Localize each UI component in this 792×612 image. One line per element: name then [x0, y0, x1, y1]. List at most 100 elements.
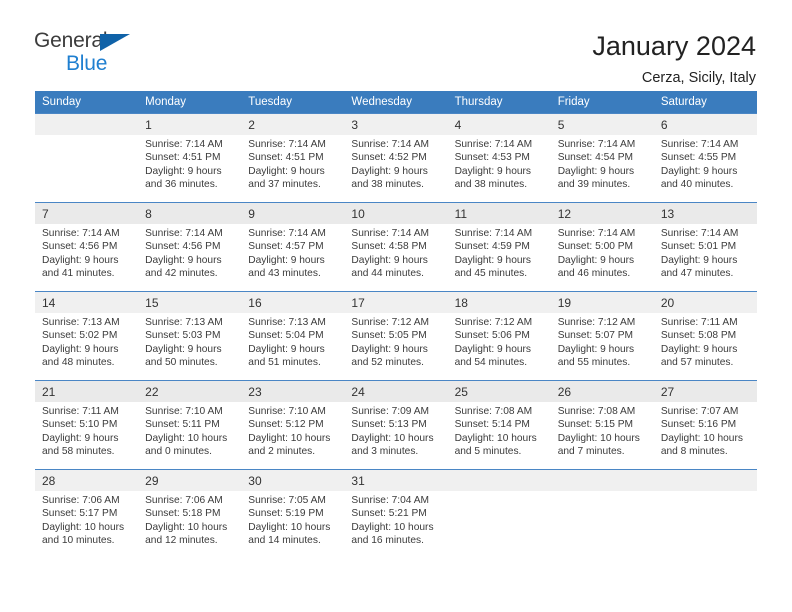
sunset-text: Sunset: 5:17 PM	[42, 508, 118, 520]
daylight-text-line1: Daylight: 10 hours	[557, 432, 640, 444]
calendar-day-cell[interactable]: 31 Sunrise: 7:04 AM Sunset: 5:21 PM Dayligh…	[344, 469, 448, 558]
calendar-day-cell[interactable]: 3 Sunrise: 7:14 AM Sunset: 4:52 PM Daylight…	[344, 113, 448, 202]
calendar-day-cell[interactable]: 20 Sunrise: 7:11 AM Sunset: 5:08 PM Dayligh…	[653, 291, 757, 380]
daylight-text-line2: and 58 minutes.	[42, 446, 115, 458]
day-cell-inner: 18 Sunrise: 7:12 AM Sunset: 5:06 PM Dayligh…	[447, 291, 551, 380]
generalblue-logo[interactable]: General Blue	[34, 30, 146, 76]
sunrise-text: Sunrise: 7:06 AM	[42, 495, 120, 506]
calendar-day-cell[interactable]: 21 Sunrise: 7:11 AM Sunset: 5:10 PM Dayligh…	[35, 380, 139, 469]
calendar-day-cell[interactable]: 30 Sunrise: 7:05 AM Sunset: 5:19 PM Dayligh…	[241, 469, 345, 558]
daylight-text-line1: Daylight: 10 hours	[660, 432, 743, 444]
calendar-day-cell[interactable]: 19 Sunrise: 7:12 AM Sunset: 5:07 PM Dayligh…	[550, 291, 654, 380]
sunset-text: Sunset: 4:56 PM	[42, 241, 118, 253]
calendar-day-cell[interactable]: 6 Sunrise: 7:14 AM Sunset: 4:55 PM Daylight…	[653, 113, 757, 202]
daylight-text-line2: and 39 minutes.	[557, 179, 631, 191]
sunrise-text: Sunrise: 7:14 AM	[454, 228, 533, 239]
day-cell-inner: 30 Sunrise: 7:05 AM Sunset: 5:19 PM Dayligh…	[241, 469, 345, 558]
daylight-text-line2: and 0 minutes.	[145, 446, 212, 458]
day-info: Sunrise: 7:12 AM Sunset: 5:06 PM Daylight:…	[448, 313, 551, 370]
daylight-text-line2: and 51 minutes.	[248, 357, 321, 369]
day-number: 21	[35, 381, 139, 402]
day-info: Sunrise: 7:14 AM Sunset: 4:51 PM Daylight:…	[241, 135, 344, 192]
day-cell-inner: 8 Sunrise: 7:14 AM Sunset: 4:56 PM Daylight…	[138, 202, 242, 291]
calendar-day-cell[interactable]: 25 Sunrise: 7:08 AM Sunset: 5:14 PM Dayligh…	[447, 380, 551, 469]
calendar-day-cell[interactable]: 22 Sunrise: 7:10 AM Sunset: 5:11 PM Dayligh…	[138, 380, 242, 469]
day-cell-inner: 10 Sunrise: 7:14 AM Sunset: 4:58 PM Dayligh…	[344, 202, 448, 291]
calendar-day-cell[interactable]: 28 Sunrise: 7:06 AM Sunset: 5:17 PM Dayligh…	[35, 469, 139, 558]
day-cell-inner: 11 Sunrise: 7:14 AM Sunset: 4:59 PM Dayligh…	[447, 202, 551, 291]
sunrise-text: Sunrise: 7:14 AM	[42, 228, 120, 239]
calendar-week-row: 14 Sunrise: 7:13 AM Sunset: 5:02 PM Dayligh…	[35, 291, 757, 380]
day-number: 12	[550, 203, 654, 224]
day-number: 9	[241, 203, 345, 224]
sunrise-text: Sunrise: 7:14 AM	[248, 228, 326, 239]
calendar-day-cell[interactable]: 26 Sunrise: 7:08 AM Sunset: 5:15 PM Dayligh…	[550, 380, 654, 469]
day-cell-inner: 9 Sunrise: 7:14 AM Sunset: 4:57 PM Daylight…	[241, 202, 345, 291]
day-cell-inner: 3 Sunrise: 7:14 AM Sunset: 4:52 PM Daylight…	[344, 113, 448, 202]
daylight-text-line1: Daylight: 9 hours	[557, 343, 635, 355]
day-number: 10	[344, 203, 448, 224]
day-cell-inner: 2 Sunrise: 7:14 AM Sunset: 4:51 PM Daylight…	[241, 113, 345, 202]
calendar-day-cell[interactable]: 24 Sunrise: 7:09 AM Sunset: 5:13 PM Dayligh…	[344, 380, 448, 469]
day-number: 8	[138, 203, 242, 224]
calendar-day-cell[interactable]: 9 Sunrise: 7:14 AM Sunset: 4:57 PM Daylight…	[241, 202, 345, 291]
daylight-text-line1: Daylight: 10 hours	[248, 432, 331, 444]
day-info: Sunrise: 7:11 AM Sunset: 5:08 PM Daylight:…	[654, 313, 757, 370]
calendar-day-cell[interactable]: 5 Sunrise: 7:14 AM Sunset: 4:54 PM Daylight…	[550, 113, 654, 202]
calendar-day-cell[interactable]: 7 Sunrise: 7:14 AM Sunset: 4:56 PM Daylight…	[35, 202, 139, 291]
sunset-text: Sunset: 5:02 PM	[42, 330, 118, 342]
calendar-empty-cell	[35, 113, 139, 202]
day-number: 1	[138, 114, 242, 135]
day-cell-inner: 23 Sunrise: 7:10 AM Sunset: 5:12 PM Dayligh…	[241, 380, 345, 469]
day-number: 4	[447, 114, 551, 135]
day-info: Sunrise: 7:08 AM Sunset: 5:15 PM Daylight:…	[551, 402, 654, 459]
calendar-day-cell[interactable]: 1 Sunrise: 7:14 AM Sunset: 4:51 PM Daylight…	[138, 113, 242, 202]
calendar-day-cell[interactable]: 18 Sunrise: 7:12 AM Sunset: 5:06 PM Dayligh…	[447, 291, 551, 380]
day-number	[550, 470, 654, 491]
day-number: 19	[550, 292, 654, 313]
calendar-day-cell[interactable]: 14 Sunrise: 7:13 AM Sunset: 5:02 PM Dayligh…	[35, 291, 139, 380]
calendar-day-cell[interactable]: 23 Sunrise: 7:10 AM Sunset: 5:12 PM Dayligh…	[241, 380, 345, 469]
daylight-text-line2: and 50 minutes.	[145, 357, 218, 369]
sunset-text: Sunset: 4:59 PM	[454, 241, 530, 253]
calendar-day-cell[interactable]: 29 Sunrise: 7:06 AM Sunset: 5:18 PM Dayligh…	[138, 469, 242, 558]
calendar-day-cell[interactable]: 15 Sunrise: 7:13 AM Sunset: 5:03 PM Dayligh…	[138, 291, 242, 380]
sunset-text: Sunset: 5:06 PM	[454, 330, 530, 342]
day-info: Sunrise: 7:08 AM Sunset: 5:14 PM Daylight:…	[448, 402, 551, 459]
day-number: 15	[138, 292, 242, 313]
sunset-text: Sunset: 4:58 PM	[351, 241, 427, 253]
daylight-text-line1: Daylight: 9 hours	[454, 254, 532, 266]
calendar-day-cell[interactable]: 12 Sunrise: 7:14 AM Sunset: 5:00 PM Dayligh…	[550, 202, 654, 291]
calendar-day-cell[interactable]: 17 Sunrise: 7:12 AM Sunset: 5:05 PM Dayligh…	[344, 291, 448, 380]
weekday-header-wednesday: Wednesday	[344, 91, 448, 113]
day-number: 18	[447, 292, 551, 313]
weekday-header-tuesday: Tuesday	[241, 91, 345, 113]
day-info: Sunrise: 7:14 AM Sunset: 4:54 PM Daylight:…	[551, 135, 654, 192]
calendar-day-cell[interactable]: 16 Sunrise: 7:13 AM Sunset: 5:04 PM Dayligh…	[241, 291, 345, 380]
sunset-text: Sunset: 5:03 PM	[145, 330, 221, 342]
daylight-text-line2: and 52 minutes.	[351, 357, 424, 369]
calendar-day-cell[interactable]: 4 Sunrise: 7:14 AM Sunset: 4:53 PM Daylight…	[447, 113, 551, 202]
day-number: 23	[241, 381, 345, 402]
sunset-text: Sunset: 5:10 PM	[42, 419, 118, 431]
calendar-day-cell[interactable]: 2 Sunrise: 7:14 AM Sunset: 4:51 PM Daylight…	[241, 113, 345, 202]
day-cell-inner: 4 Sunrise: 7:14 AM Sunset: 4:53 PM Daylight…	[447, 113, 551, 202]
calendar-day-cell[interactable]: 10 Sunrise: 7:14 AM Sunset: 4:58 PM Dayligh…	[344, 202, 448, 291]
sunset-text: Sunset: 4:52 PM	[351, 152, 427, 164]
day-info: Sunrise: 7:11 AM Sunset: 5:10 PM Daylight:…	[35, 402, 138, 459]
sunrise-text: Sunrise: 7:13 AM	[145, 317, 223, 328]
daylight-text-line2: and 7 minutes.	[557, 446, 625, 458]
calendar-day-cell[interactable]: 13 Sunrise: 7:14 AM Sunset: 5:01 PM Dayligh…	[653, 202, 757, 291]
day-cell-inner: 6 Sunrise: 7:14 AM Sunset: 4:55 PM Daylight…	[653, 113, 757, 202]
calendar-day-cell[interactable]: 27 Sunrise: 7:07 AM Sunset: 5:16 PM Dayligh…	[653, 380, 757, 469]
calendar-day-cell[interactable]: 8 Sunrise: 7:14 AM Sunset: 4:56 PM Daylight…	[138, 202, 242, 291]
sunset-text: Sunset: 4:53 PM	[454, 152, 530, 164]
calendar-day-cell[interactable]: 11 Sunrise: 7:14 AM Sunset: 4:59 PM Dayligh…	[447, 202, 551, 291]
daylight-text-line1: Daylight: 9 hours	[351, 254, 428, 266]
sunset-text: Sunset: 5:01 PM	[660, 241, 737, 253]
sunrise-text: Sunrise: 7:14 AM	[557, 228, 636, 239]
daylight-text-line2: and 38 minutes.	[454, 179, 528, 191]
day-number: 17	[344, 292, 448, 313]
sunrise-text: Sunrise: 7:07 AM	[660, 406, 739, 417]
daylight-text-line1: Daylight: 9 hours	[145, 254, 222, 266]
